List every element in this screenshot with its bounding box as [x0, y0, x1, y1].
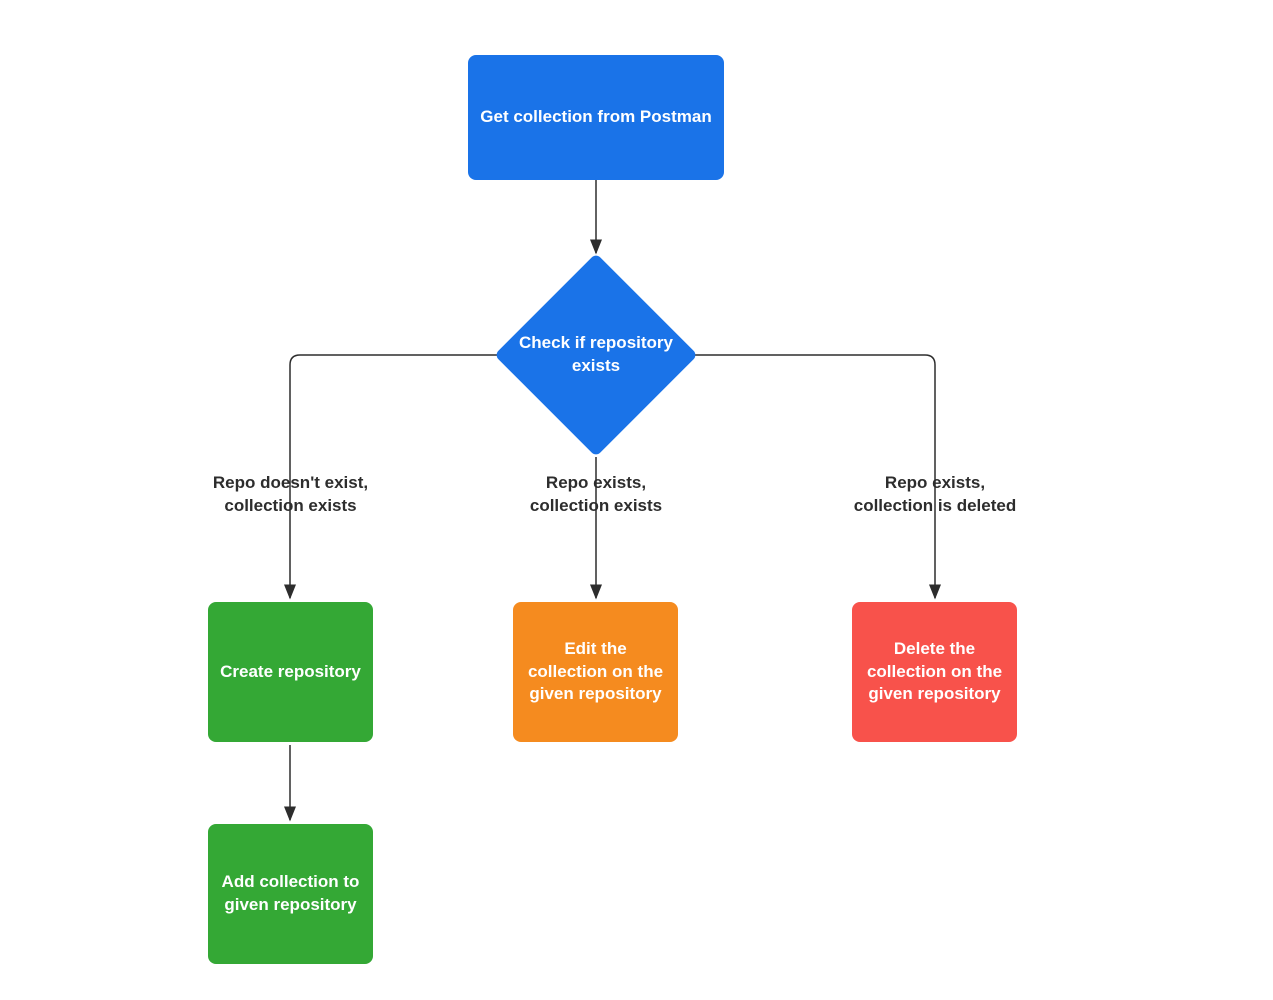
- node-edit-collection: Edit the collection on the given reposit…: [513, 602, 678, 742]
- node-label: Create repository: [220, 661, 361, 684]
- node-label: Check if repository exists: [495, 332, 697, 378]
- node-get-collection: Get collection from Postman: [468, 55, 724, 180]
- node-create-repository: Create repository: [208, 602, 373, 742]
- node-delete-collection: Delete the collection on the given repos…: [852, 602, 1017, 742]
- node-label: Edit the collection on the given reposit…: [523, 638, 668, 707]
- node-label: Add collection to given repository: [218, 871, 363, 917]
- node-add-collection: Add collection to given repository: [208, 824, 373, 964]
- node-label: Delete the collection on the given repos…: [862, 638, 1007, 707]
- edge-label-right: Repo exists,collection is deleted: [830, 472, 1040, 518]
- node-label: Get collection from Postman: [480, 106, 711, 129]
- edge-label-middle: Repo exists,collection exists: [468, 472, 724, 518]
- node-decision-check-repo: Check if repository exists: [524, 283, 668, 427]
- edge-label-left: Repo doesn't exist,collection exists: [148, 472, 433, 518]
